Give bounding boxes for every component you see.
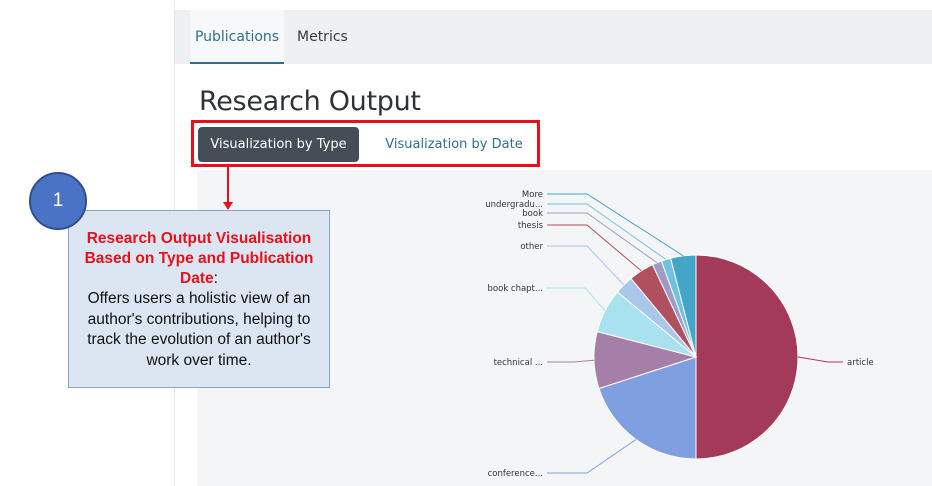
pie-label: More (522, 190, 543, 200)
pie-label: article (847, 358, 874, 368)
highlight-box (191, 120, 540, 167)
tab-publications[interactable]: Publications (190, 10, 284, 64)
annotation-callout: Research Output Visualisation Based on T… (68, 210, 330, 388)
pie-label: undergradu... (485, 200, 543, 210)
pie-label: thesis (518, 221, 544, 231)
pie-label: book chapt... (487, 284, 543, 294)
pie-label: technical ... (494, 358, 543, 368)
pie-leader-line (797, 356, 843, 363)
callout-arrow (227, 167, 229, 205)
step-badge: 1 (29, 172, 87, 230)
pie-label: other (520, 242, 543, 252)
pie-label: conference... (488, 469, 543, 479)
pie-slice[interactable] (695, 254, 799, 460)
pie-leader-line (547, 203, 667, 260)
arrow-head-icon (223, 202, 233, 210)
callout-heading: Research Output Visualisation Based on T… (84, 230, 314, 287)
pie-leader-line (547, 359, 595, 363)
pie-label: book (522, 209, 543, 219)
callout-body: Offers users a holistic view of an autho… (87, 290, 311, 369)
pie-leader-line (547, 287, 606, 312)
tab-metrics[interactable]: Metrics (293, 10, 352, 64)
tab-bar: Publications Metrics (175, 10, 932, 64)
callout-colon: : (213, 270, 218, 287)
pie-leader-line (547, 245, 625, 286)
page-title: Research Output (199, 86, 421, 117)
pie-leader-line (547, 439, 637, 474)
